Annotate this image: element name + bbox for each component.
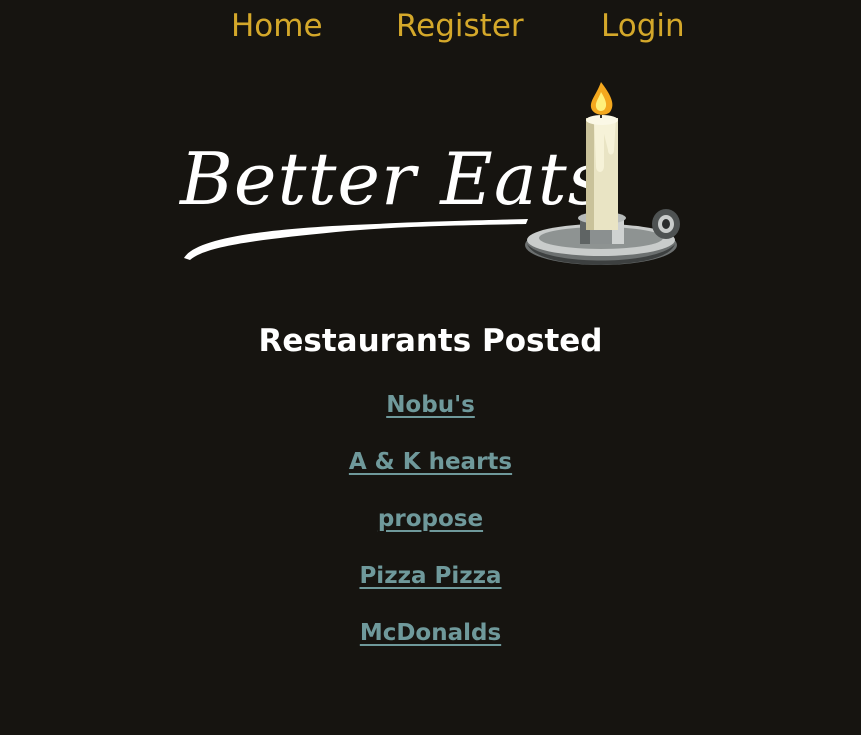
better-eats-logo: Better Eats	[176, 78, 688, 274]
top-nav: Home Register Login	[0, 6, 861, 50]
restaurant-link[interactable]: Pizza Pizza	[359, 563, 501, 589]
restaurant-list: Nobu's A & K hearts propose Pizza Pizza …	[0, 388, 861, 673]
restaurant-link[interactable]: Nobu's	[386, 392, 475, 418]
list-item: propose	[0, 502, 861, 559]
page-title: Restaurants Posted	[258, 323, 603, 359]
restaurant-link[interactable]: propose	[378, 506, 483, 532]
list-item: McDonalds	[0, 616, 861, 673]
nav-home-link[interactable]: Home	[231, 6, 323, 46]
list-item: Pizza Pizza	[0, 559, 861, 616]
nav-login-link[interactable]: Login	[601, 6, 685, 46]
list-item: Nobu's	[0, 388, 861, 445]
restaurant-link[interactable]: A & K hearts	[349, 449, 512, 475]
list-item: A & K hearts	[0, 445, 861, 502]
nav-register-link[interactable]: Register	[396, 6, 524, 46]
page: Home Register Login Better Eats Restaura…	[0, 0, 861, 735]
restaurant-link[interactable]: McDonalds	[360, 620, 501, 646]
logo-wordmark: Better Eats	[178, 137, 606, 221]
